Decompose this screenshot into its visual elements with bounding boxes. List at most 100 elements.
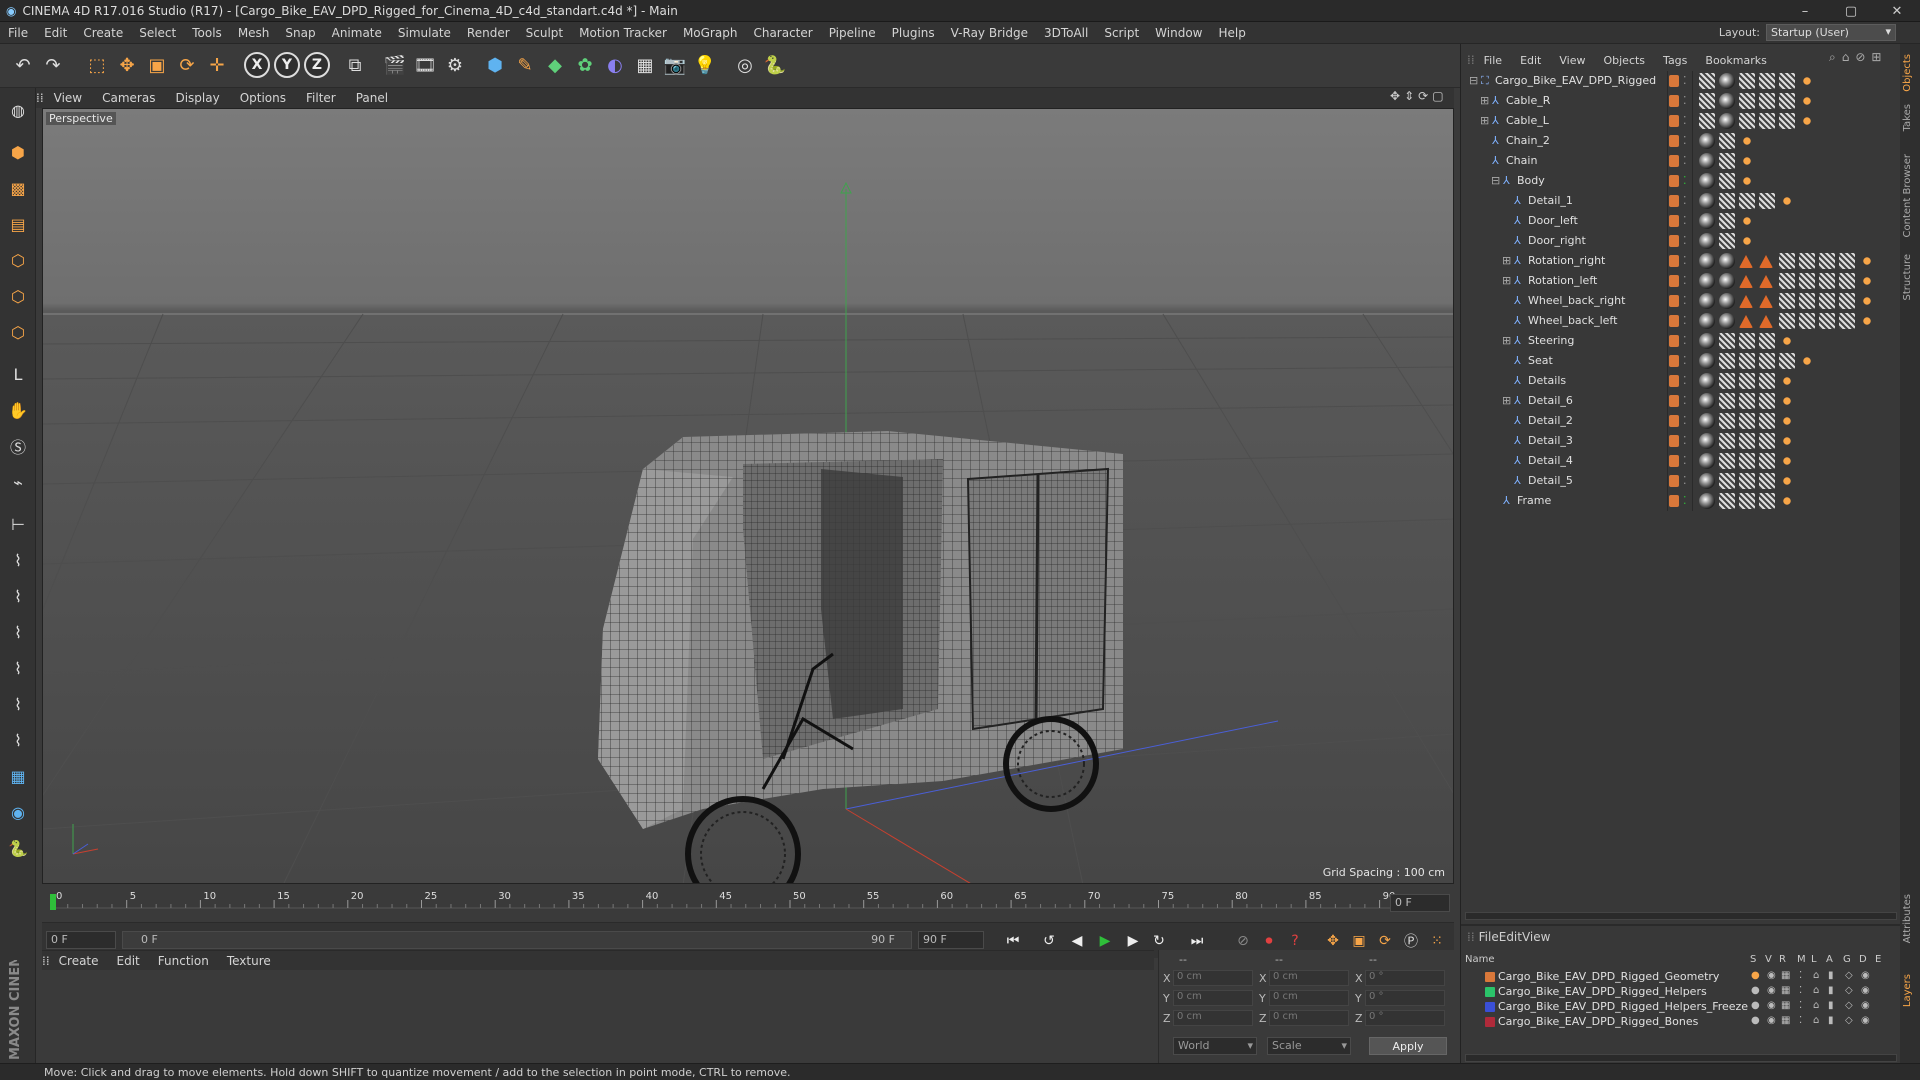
side-tab-objects[interactable]: Objects (1902, 54, 1918, 92)
tag-texture-icon[interactable] (1719, 233, 1735, 249)
tag-texture-icon[interactable] (1699, 73, 1715, 89)
filter-icon[interactable]: ⊘ (1855, 50, 1865, 65)
tag-selection-icon[interactable] (1779, 453, 1795, 469)
tag-texture-icon[interactable] (1759, 93, 1775, 109)
layer-scrollbar[interactable] (1465, 1054, 1897, 1062)
layer-flag-icon[interactable]: ◇ (1845, 1015, 1853, 1026)
layer-color-swatch[interactable] (1669, 475, 1679, 487)
visibility-dots[interactable]: ⁚ (1683, 194, 1687, 207)
layer-flag-icon[interactable]: ◇ (1845, 970, 1853, 981)
new-window-icon[interactable]: ⊞ (1871, 50, 1881, 65)
tag-texture-icon[interactable] (1739, 113, 1755, 129)
tag-texture-icon[interactable] (1759, 453, 1775, 469)
apply-button[interactable]: Apply (1369, 1037, 1447, 1055)
layer-flag-icon[interactable]: ⁚ (1799, 1015, 1802, 1026)
tag-texture-icon[interactable] (1839, 273, 1855, 289)
object-row[interactable]: ⊟ ⛶ Cargo_Bike_EAV_DPD_Rigged ⁚ (1461, 71, 1901, 91)
menu-help[interactable]: Help (1210, 26, 1253, 40)
layer-color-swatch[interactable] (1669, 155, 1679, 167)
objects-menu-bookmarks[interactable]: Bookmarks (1696, 54, 1775, 67)
texture-mode-icon[interactable]: ▩ (4, 174, 32, 202)
tag-texture-icon[interactable] (1739, 473, 1755, 489)
layer-flag-icon[interactable]: ⌂ (1813, 970, 1819, 981)
magnet-icon[interactable]: ⌁ (4, 468, 32, 496)
tag-texture-icon[interactable] (1739, 453, 1755, 469)
expand-toggle-icon[interactable]: ⊞ (1502, 254, 1511, 267)
objects-menu-file[interactable]: File (1475, 54, 1511, 67)
python-icon[interactable]: 🐍 (760, 50, 790, 80)
tag-material-icon[interactable] (1699, 413, 1715, 429)
tag-texture-icon[interactable] (1759, 473, 1775, 489)
tag-texture-icon[interactable] (1719, 173, 1735, 189)
visibility-dots[interactable]: ⁚ (1683, 354, 1687, 367)
coord-rotation-x[interactable]: 0 ° (1365, 970, 1445, 986)
timeline-ruler[interactable]: 0 5 10 15 20 25 30 35 40 45 50 55 60 65 70 75 80 85 90 0 F (42, 886, 1454, 922)
layer-color-swatch[interactable] (1669, 195, 1679, 207)
knife-icon[interactable]: ⌇ (4, 582, 32, 610)
tag-ik-icon[interactable] (1759, 255, 1773, 268)
layer-header-r[interactable]: R (1779, 954, 1786, 965)
playhead[interactable] (50, 894, 56, 910)
layer-flag-icon[interactable]: ◉ (1861, 1000, 1870, 1011)
undo-icon[interactable]: ↶ (8, 50, 38, 80)
object-row[interactable]: ⊞ ⅄ Cable_L ⁚ (1461, 111, 1901, 131)
minimize-button[interactable]: – (1782, 0, 1828, 22)
snap-icon[interactable]: Ⓢ (4, 432, 32, 460)
menu-character[interactable]: Character (745, 26, 820, 40)
tag-material-icon[interactable] (1699, 293, 1715, 309)
layer-flag-icon[interactable]: ◉ (1767, 1015, 1776, 1026)
points-mode-icon[interactable]: ⬡ (4, 246, 32, 274)
menu-tools[interactable]: Tools (184, 26, 230, 40)
layer-header-s[interactable]: S (1750, 954, 1756, 965)
autokey-icon[interactable]: ⏺ (1258, 930, 1280, 952)
visibility-dots[interactable]: ⁚ (1683, 154, 1687, 167)
bevel-icon[interactable]: ⌇ (4, 546, 32, 574)
tag-texture-icon[interactable] (1799, 253, 1815, 269)
go-to-end-icon[interactable]: ⏭ (1186, 930, 1208, 952)
tag-ik-icon[interactable] (1739, 315, 1753, 328)
object-row[interactable]: ⅄ Door_right ⁚ (1461, 231, 1901, 251)
layer-flag-icon[interactable]: ▮ (1828, 985, 1834, 996)
tag-ik-icon[interactable] (1739, 275, 1753, 288)
layer-color-swatch[interactable] (1485, 1002, 1495, 1012)
tag-texture-icon[interactable] (1779, 313, 1795, 329)
material-menu-texture[interactable]: Texture (218, 954, 280, 968)
move-icon[interactable]: ✥ (112, 50, 142, 80)
tag-selection-icon[interactable] (1779, 373, 1795, 389)
object-row[interactable]: ⅄ Chain ⁚ (1461, 151, 1901, 171)
visibility-dots[interactable]: ⁚ (1683, 214, 1687, 227)
object-row[interactable]: ⅄ Wheel_back_right ⁚ (1461, 291, 1901, 311)
layer-color-swatch[interactable] (1669, 355, 1679, 367)
tag-texture-icon[interactable] (1759, 73, 1775, 89)
layer-flag-icon[interactable]: ● (1751, 970, 1760, 981)
light-icon[interactable]: 💡 (690, 50, 720, 80)
tag-material-icon[interactable] (1699, 273, 1715, 289)
tag-selection-icon[interactable] (1779, 193, 1795, 209)
layers-menu-edit[interactable]: Edit (1499, 930, 1522, 944)
object-row[interactable]: ⅄ Detail_2 ⁚ (1461, 411, 1901, 431)
objects-menu-tags[interactable]: Tags (1654, 54, 1696, 67)
previous-frame-icon[interactable]: ◀ (1066, 930, 1088, 952)
tag-material-icon[interactable] (1719, 73, 1735, 89)
layer-color-swatch[interactable] (1669, 175, 1679, 187)
tag-texture-icon[interactable] (1799, 293, 1815, 309)
menu-sculpt[interactable]: Sculpt (518, 26, 571, 40)
axis-lock-icon[interactable]: ⊢ (4, 510, 32, 538)
tag-texture-icon[interactable] (1759, 393, 1775, 409)
layer-flag-icon[interactable]: ◉ (1767, 985, 1776, 996)
tag-texture-icon[interactable] (1739, 493, 1755, 509)
coord-mode-dropdown[interactable]: World ▾ (1173, 1037, 1257, 1055)
visibility-dots[interactable]: ⁚ (1683, 454, 1687, 467)
axis-z-toggle[interactable]: Z (304, 52, 330, 78)
layer-color-swatch[interactable] (1485, 987, 1495, 997)
tag-material-icon[interactable] (1699, 373, 1715, 389)
close-button[interactable]: ✕ (1874, 0, 1920, 22)
tag-ik-icon[interactable] (1739, 295, 1753, 308)
object-row[interactable]: ⅄ Details ⁚ (1461, 371, 1901, 391)
array-icon[interactable]: ✿ (570, 50, 600, 80)
viewport-perspective[interactable]: Perspective Grid Spacing : 100 cm (42, 108, 1454, 884)
tag-material-icon[interactable] (1699, 213, 1715, 229)
material-menu-edit[interactable]: Edit (108, 954, 149, 968)
tag-texture-icon[interactable] (1779, 73, 1795, 89)
layer-header-e[interactable]: E (1875, 954, 1881, 965)
